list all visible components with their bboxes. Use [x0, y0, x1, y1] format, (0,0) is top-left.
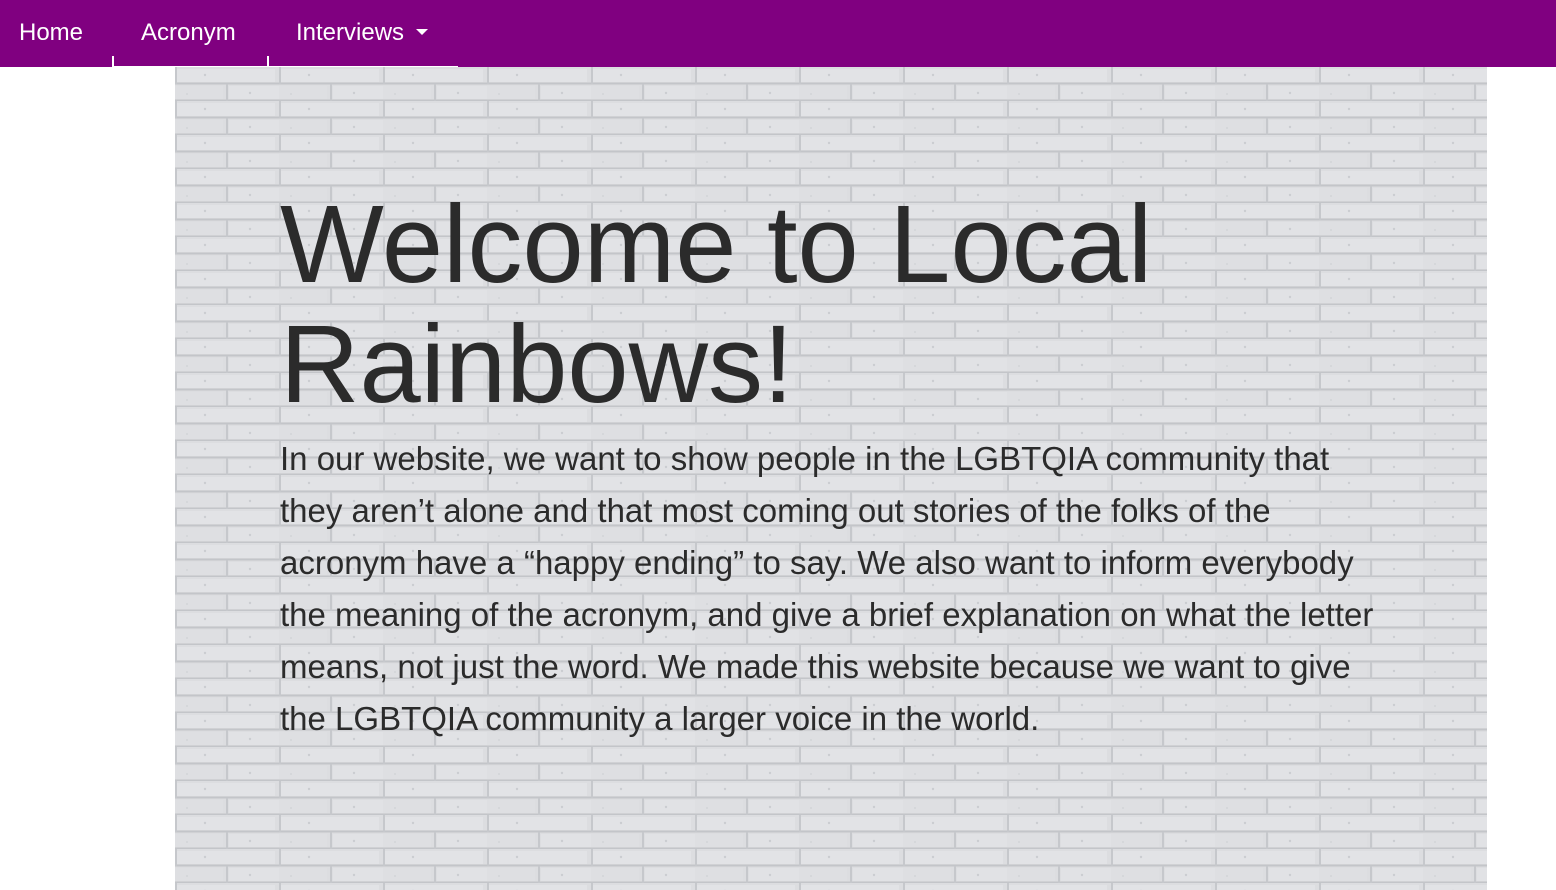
- nav-acronym-label: Acronym: [141, 19, 236, 46]
- hero-jumbotron: Welcome to Local Rainbows! In our websit…: [175, 67, 1487, 890]
- nav-home-label: Home: [19, 19, 84, 46]
- nav-acronym-link[interactable]: Acronym: [141, 0, 236, 67]
- nav-interviews-dropdown[interactable]: Interviews: [296, 0, 429, 67]
- page-title: Welcome to Local Rainbows!: [280, 183, 1153, 426]
- nav-home-link[interactable]: Home: [19, 0, 83, 67]
- hero-content: Welcome to Local Rainbows! In our websit…: [280, 185, 1390, 745]
- intro-paragraph: In our website, we want to show people i…: [280, 440, 1374, 737]
- nav-divider: [112, 56, 114, 68]
- top-navbar: Home Acronym Interviews: [0, 0, 1556, 67]
- caret-down-icon: [416, 28, 429, 35]
- nav-interviews-label: Interviews: [296, 19, 405, 46]
